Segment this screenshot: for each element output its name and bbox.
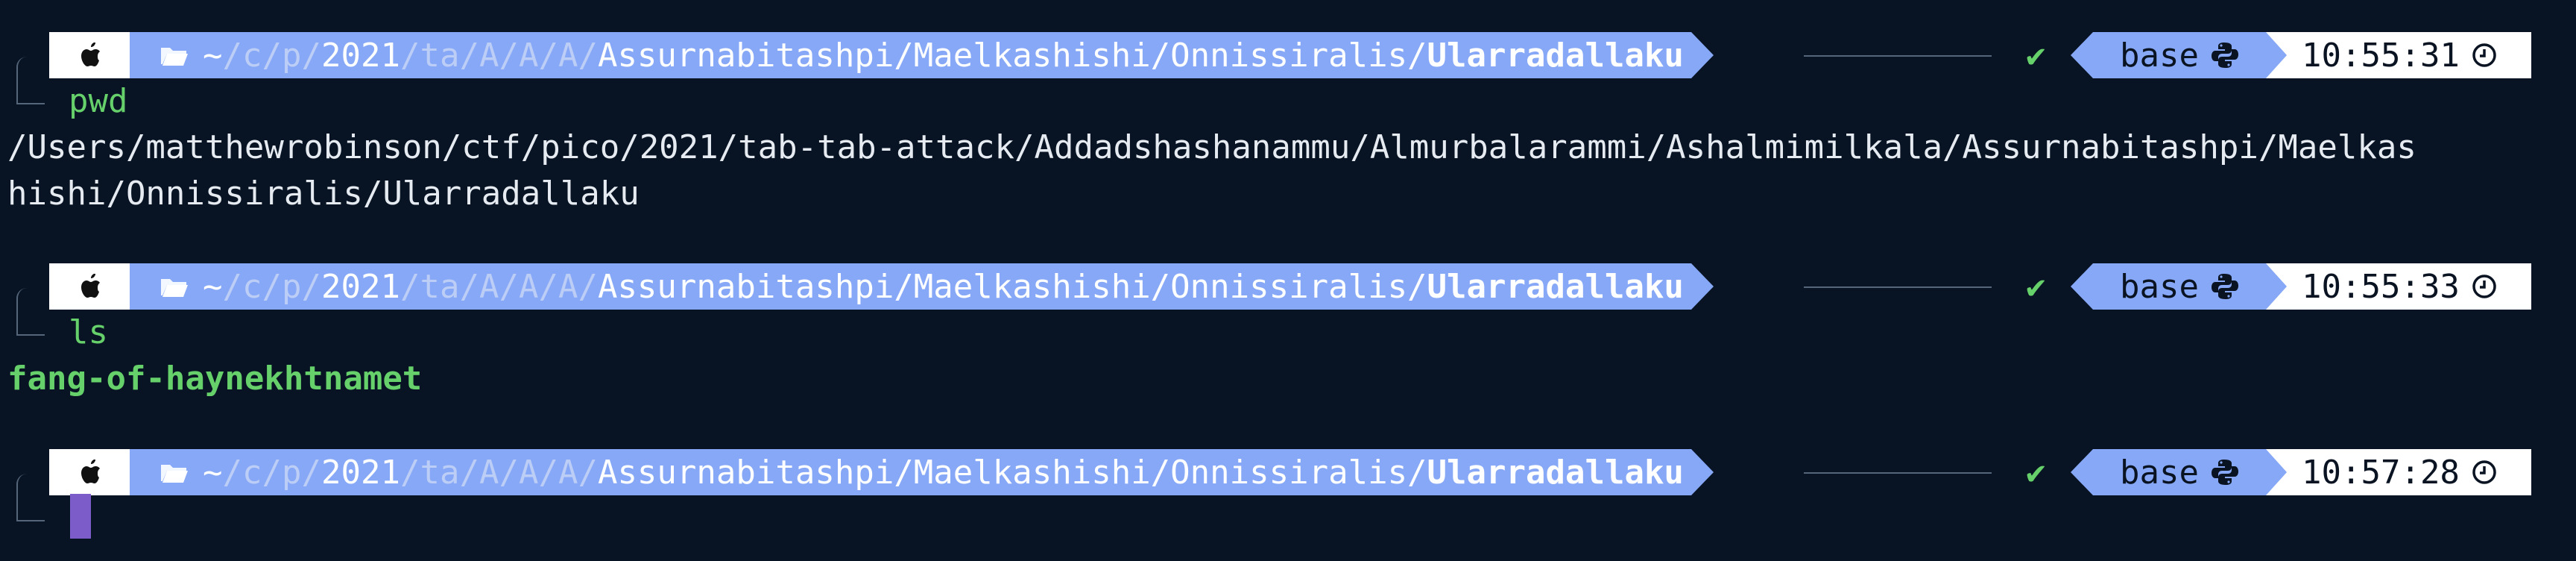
os-segment — [49, 263, 146, 310]
path-current-dir: Ularradallaku — [1427, 453, 1684, 492]
path-part: A — [558, 36, 578, 75]
apple-icon — [81, 274, 100, 298]
time-segment: 10:57:28 — [2266, 449, 2531, 495]
time-segment: 10:55:33 — [2266, 263, 2531, 310]
path-part: 2021 — [321, 267, 400, 306]
env-segment: base — [2071, 263, 2266, 310]
path-full: Assurnabitashpi/Maelkashishi/Onnissirali… — [597, 453, 1427, 492]
path-part: 2021 — [321, 36, 400, 75]
prompt-bracket — [16, 57, 45, 104]
prompt-left-segments: ~ / c / p/2021/ta / A / A / A / Assurnabitashpi/Mael… — [49, 32, 1714, 78]
env-segment: base — [2071, 449, 2266, 495]
python-icon — [2211, 274, 2238, 299]
apple-icon — [81, 460, 100, 483]
path-home: ~ — [203, 267, 223, 306]
path-part: A — [479, 267, 499, 306]
path-home: ~ — [203, 453, 223, 492]
path-part: A — [479, 36, 499, 75]
path-part: ta — [420, 36, 460, 75]
apple-icon — [81, 43, 100, 66]
command-text: pwd — [69, 82, 128, 120]
clock-icon — [2472, 460, 2496, 484]
path-full: Assurnabitashpi/Maelkashishi/Onnissirali… — [597, 267, 1427, 306]
os-segment — [49, 449, 146, 495]
folder-icon — [161, 279, 188, 297]
path-segment: ~ / c / p/2021/ta / A / A / A / Assurnabitashpi/Mael… — [130, 449, 1714, 495]
path-current-dir: Ularradallaku — [1427, 36, 1684, 75]
path-part: A — [518, 36, 539, 75]
prompt-bracket — [16, 288, 45, 336]
prompt-bracket — [16, 474, 45, 521]
os-segment — [49, 32, 146, 78]
env-name: base — [2120, 267, 2199, 306]
time-segment: 10:55:31 — [2266, 32, 2531, 78]
path-part: A — [518, 267, 539, 306]
prompt-time: 10:57:28 — [2302, 453, 2460, 492]
prompt-line: ~ / c / p/2021/ta / A / A / A / Assurnabitashpi/Mael… — [0, 449, 2576, 495]
prompt-filler-line — [1804, 55, 1992, 57]
path-part: c — [242, 267, 262, 306]
path-current-dir: Ularradallaku — [1427, 267, 1684, 306]
prompt-filler-line — [1804, 286, 1992, 288]
prompt-left-segments: ~ / c / p/2021/ta / A / A / A / Assurnabitashpi/Mael… — [49, 263, 1714, 310]
path-part: p — [282, 453, 302, 492]
env-name: base — [2120, 36, 2199, 75]
path-part: ta — [420, 267, 460, 306]
env-segment: base — [2071, 32, 2266, 78]
path-part: ta — [420, 453, 460, 492]
path-part: c — [242, 36, 262, 75]
python-icon — [2211, 460, 2238, 485]
status-check-icon: ✔ — [2026, 454, 2046, 492]
path-segment: ~ / c / p/2021/ta / A / A / A / Assurnabitashpi/Mael… — [130, 263, 1714, 310]
path-part: 2021 — [321, 453, 400, 492]
path-segment: ~ / c / p/2021/ta / A / A / A / Assurnabitashpi/Mael… — [130, 32, 1714, 78]
status-check-icon: ✔ — [2026, 37, 2046, 75]
path-full: Assurnabitashpi/Maelkashishi/Onnissirali… — [597, 36, 1427, 75]
prompt-left-segments: ~ / c / p/2021/ta / A / A / A / Assurnabitashpi/Mael… — [49, 449, 1714, 495]
path-part: c — [242, 453, 262, 492]
prompt-line: ~ / c / p/2021/ta / A / A / A / Assurnabitashpi/Mael… — [0, 263, 2576, 310]
output-line: hishi/Onnissiralis/Ularradallaku — [7, 175, 640, 213]
status-check-icon: ✔ — [2026, 268, 2046, 306]
folder-icon — [161, 465, 188, 483]
prompt-time: 10:55:31 — [2302, 36, 2460, 75]
path-part: p — [282, 267, 302, 306]
path-part: A — [558, 453, 578, 492]
prompt-line: ~ / c / p/2021/ta / A / A / A / Assurnabitashpi/Mael… — [0, 32, 2576, 78]
clock-icon — [2472, 43, 2496, 67]
terminal-cursor[interactable] — [70, 494, 91, 539]
prompt-time: 10:55:33 — [2302, 267, 2460, 306]
clock-icon — [2472, 275, 2496, 298]
prompt-filler-line — [1804, 472, 1992, 474]
path-home: ~ — [203, 36, 223, 75]
path-part: A — [518, 453, 539, 492]
path-part: A — [479, 453, 499, 492]
env-name: base — [2120, 453, 2199, 492]
command-text: ls — [69, 313, 108, 351]
path-part: p — [282, 36, 302, 75]
folder-icon — [161, 48, 188, 66]
output-line: /Users/matthewrobinson/ctf/pico/2021/tab… — [7, 128, 2416, 166]
python-icon — [2211, 43, 2238, 68]
path-part: A — [558, 267, 578, 306]
directory-entry: fang-of-haynekhtnamet — [7, 360, 423, 398]
